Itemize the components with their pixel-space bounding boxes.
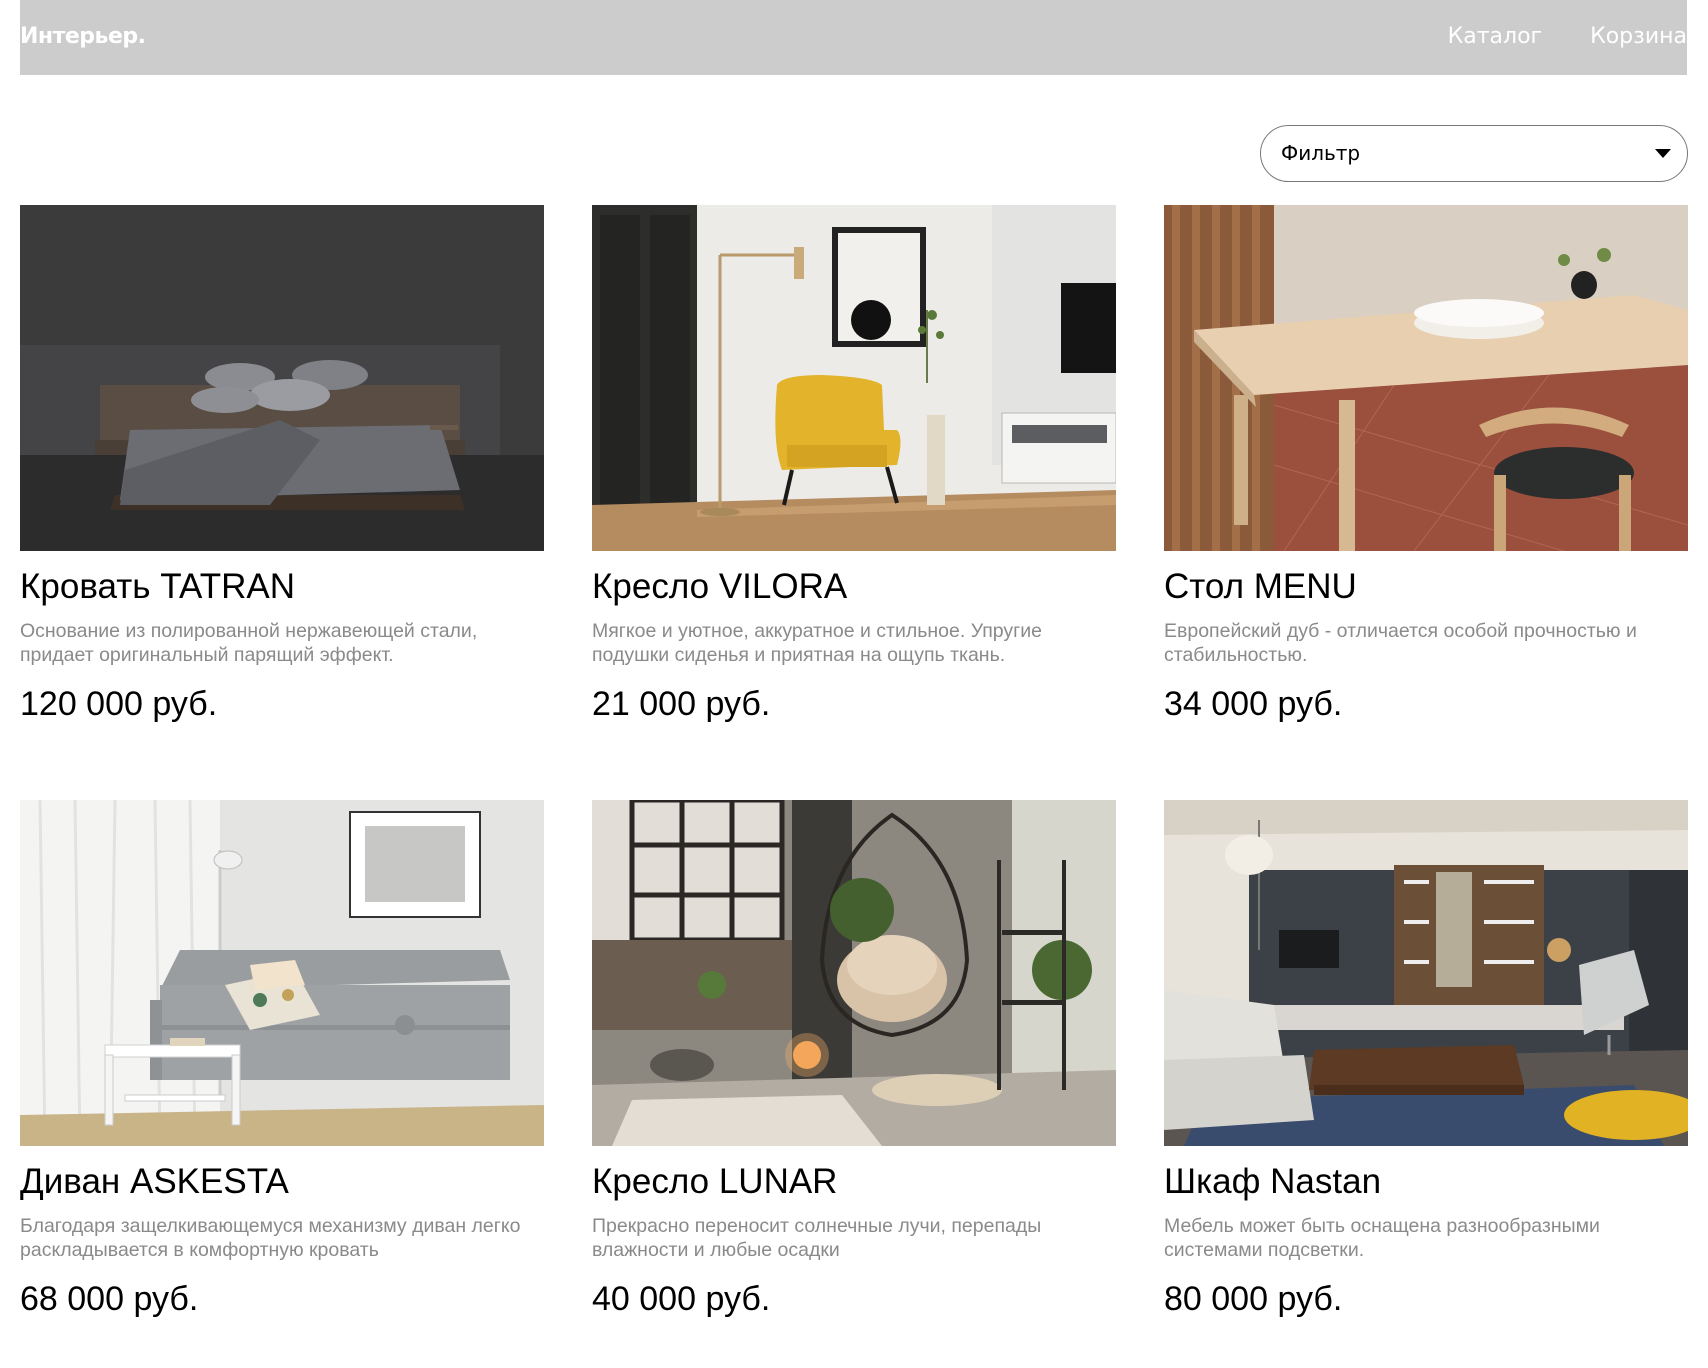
product-image[interactable] <box>592 205 1116 551</box>
product-image[interactable] <box>20 205 544 551</box>
product-title[interactable]: Стол MENU <box>1164 567 1357 607</box>
product-description: Европейский дуб - отличается особой проч… <box>1164 620 1637 666</box>
product-image[interactable] <box>592 800 1116 1146</box>
product-description: Благодаря защелкивающемуся механизму див… <box>20 1215 521 1261</box>
product-title[interactable]: Шкаф Nastan <box>1164 1162 1381 1202</box>
product-title[interactable]: Кресло LUNAR <box>592 1162 837 1202</box>
product-title[interactable]: Кровать TATRAN <box>20 567 295 607</box>
product-price: 34 000 руб. <box>1164 685 1343 723</box>
site-logo[interactable]: Интерьер. <box>20 24 146 49</box>
chevron-down-icon <box>1655 149 1671 158</box>
product-title[interactable]: Кресло VILORA <box>592 567 847 607</box>
product-price: 68 000 руб. <box>20 1280 199 1318</box>
product-description: Мебель может быть оснащена разнообразным… <box>1164 1215 1600 1261</box>
product-title[interactable]: Диван ASKESTA <box>20 1162 289 1202</box>
product-image[interactable] <box>20 800 544 1146</box>
product-description: Мягкое и уютное, аккуратное и стильное. … <box>592 620 1042 666</box>
product-description: Основание из полированной нержавеющей ст… <box>20 620 478 666</box>
product-description: Прекрасно переносит солнечные лучи, пере… <box>592 1215 1042 1261</box>
nav-catalog-link[interactable]: Каталог <box>1448 24 1542 49</box>
product-image[interactable] <box>1164 205 1688 551</box>
nav-cart-link[interactable]: Корзина <box>1590 24 1687 49</box>
site-header: Интерьер. Каталог Корзина <box>20 0 1687 75</box>
product-price: 120 000 руб. <box>20 685 218 723</box>
product-price: 40 000 руб. <box>592 1280 771 1318</box>
main-nav: Каталог Корзина <box>1448 24 1687 49</box>
filter-select[interactable]: Фильтр <box>1260 125 1688 182</box>
product-price: 21 000 руб. <box>592 685 771 723</box>
product-price: 80 000 руб. <box>1164 1280 1343 1318</box>
product-image[interactable] <box>1164 800 1688 1146</box>
filter-select-label: Фильтр <box>1281 141 1361 165</box>
